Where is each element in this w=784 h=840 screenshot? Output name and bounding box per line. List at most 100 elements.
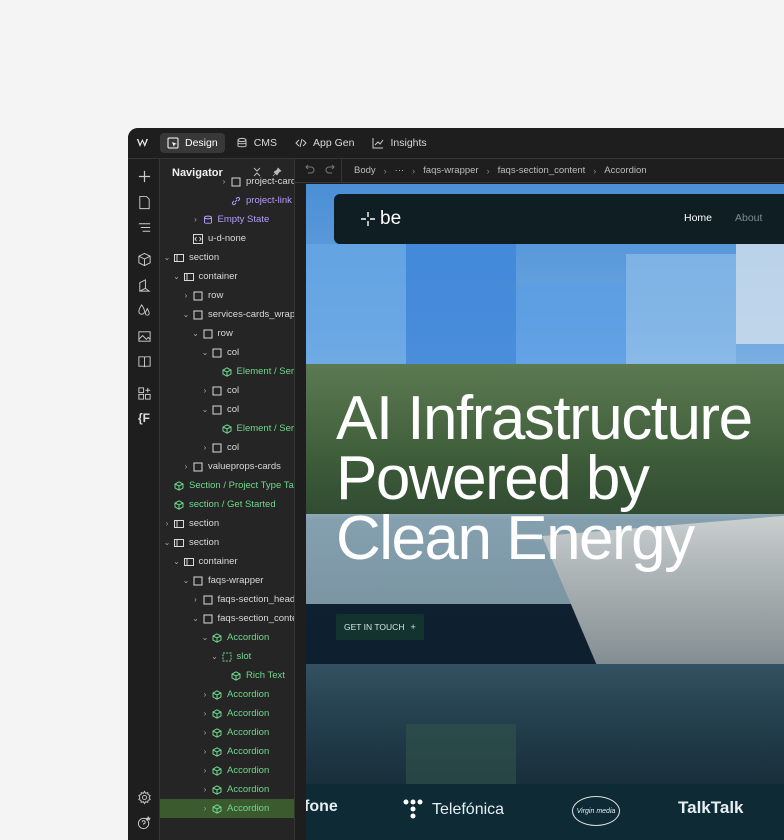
navigator-row[interactable]: › section bbox=[160, 514, 294, 533]
navigator-row[interactable]: › project-card bbox=[160, 172, 294, 191]
chevron-right-icon[interactable]: › bbox=[200, 804, 210, 813]
tab-insights[interactable]: Insights bbox=[365, 133, 433, 153]
chevron-down-icon[interactable]: ⌄ bbox=[200, 405, 210, 414]
chevron-right-icon[interactable]: › bbox=[219, 177, 229, 186]
navigator-row[interactable]: › row bbox=[160, 286, 294, 305]
book-icon[interactable] bbox=[136, 353, 152, 369]
chevron-down-icon[interactable]: ⌄ bbox=[200, 348, 210, 357]
crumb-body[interactable]: Body bbox=[354, 165, 376, 176]
chevron-down-icon[interactable]: ⌄ bbox=[172, 557, 182, 566]
navigator-row-label: container bbox=[198, 271, 238, 282]
logo-vodafone: fone bbox=[306, 798, 338, 815]
tab-app-gen[interactable]: App Gen bbox=[288, 133, 361, 153]
site-nav-home[interactable]: Home bbox=[684, 212, 712, 224]
navigator-row[interactable]: › Empty State bbox=[160, 210, 294, 229]
navigator-row-label: section / Get Started bbox=[189, 499, 276, 510]
div-block-icon bbox=[193, 310, 203, 320]
tab-cms[interactable]: CMS bbox=[229, 133, 284, 153]
styles-drops-icon[interactable] bbox=[136, 302, 152, 318]
navigator-row[interactable]: › faqs-section_heading bbox=[160, 590, 294, 609]
add-icon[interactable] bbox=[136, 168, 152, 184]
crumb-faqs-wrapper[interactable]: faqs-wrapper bbox=[423, 165, 478, 176]
navigator-row[interactable]: ⌄ slot bbox=[160, 647, 294, 666]
tab-design[interactable]: Design bbox=[160, 133, 225, 153]
navigator-row[interactable]: ⌄ row bbox=[160, 324, 294, 343]
tab-cms-label: CMS bbox=[253, 137, 278, 149]
chevron-down-icon[interactable]: ⌄ bbox=[162, 253, 172, 262]
navigator-row[interactable]: ⌄ col bbox=[160, 400, 294, 419]
navigator-row[interactable]: project-link bbox=[160, 191, 294, 210]
functions-icon[interactable]: {F bbox=[136, 410, 152, 426]
navigator-row[interactable]: › valueprops-cards bbox=[160, 457, 294, 476]
redo-icon[interactable] bbox=[325, 164, 335, 177]
variables-icon[interactable] bbox=[136, 277, 152, 293]
chevron-down-icon[interactable]: ⌄ bbox=[200, 633, 210, 642]
navigator-row[interactable]: ⌄ container bbox=[160, 552, 294, 571]
apps-icon[interactable] bbox=[136, 385, 152, 401]
chevron-right-icon[interactable]: › bbox=[162, 519, 172, 528]
navigator-row[interactable]: ⌄ faqs-section_content bbox=[160, 609, 294, 628]
navigator-row[interactable]: u-d-none bbox=[160, 229, 294, 248]
design-canvas[interactable]: be Home About AI Infrastructure Powered … bbox=[306, 184, 784, 840]
chevron-right-icon[interactable]: › bbox=[200, 690, 210, 699]
chevron-down-icon[interactable]: ⌄ bbox=[210, 652, 220, 661]
chevron-right-icon[interactable]: › bbox=[200, 443, 210, 452]
chart-icon bbox=[372, 138, 384, 149]
settings-icon[interactable] bbox=[136, 789, 152, 805]
chevron-right-icon[interactable]: › bbox=[191, 215, 201, 224]
crumb-faqs-section-content[interactable]: faqs-section_content bbox=[498, 165, 586, 176]
navigator-row-label: col bbox=[227, 442, 240, 453]
navigator-row[interactable]: › Accordion bbox=[160, 685, 294, 704]
assets-icon[interactable] bbox=[136, 328, 152, 344]
undo-icon[interactable] bbox=[305, 164, 315, 177]
pages-icon[interactable] bbox=[136, 194, 152, 210]
chevron-down-icon[interactable]: ⌄ bbox=[181, 310, 191, 319]
site-logo[interactable]: be bbox=[360, 208, 401, 230]
components-icon[interactable] bbox=[136, 251, 152, 267]
navigator-row[interactable]: ⌄ faqs-wrapper bbox=[160, 571, 294, 590]
webflow-logo-icon[interactable] bbox=[128, 128, 160, 159]
top-toolbar: Design CMS App Gen Insights bbox=[128, 128, 784, 159]
navigator-row[interactable]: › Accordion bbox=[160, 704, 294, 723]
chevron-right-icon[interactable]: › bbox=[181, 291, 191, 300]
site-nav-about[interactable]: About bbox=[735, 212, 762, 224]
navigator-row[interactable]: ⌄ container bbox=[160, 267, 294, 286]
chevron-right-icon[interactable]: › bbox=[200, 709, 210, 718]
sparkle-icon: + bbox=[410, 622, 416, 632]
navigator-row[interactable]: › Accordion bbox=[160, 761, 294, 780]
chevron-down-icon[interactable]: ⌄ bbox=[162, 538, 172, 547]
navigator-row[interactable]: › Accordion bbox=[160, 742, 294, 761]
chevron-right-icon[interactable]: › bbox=[200, 785, 210, 794]
crumb-more[interactable]: ··· bbox=[395, 165, 405, 176]
navigator-row[interactable]: › Accordion bbox=[160, 799, 294, 818]
navigator-row[interactable]: ⌄ section bbox=[160, 533, 294, 552]
navigator-row[interactable]: › col bbox=[160, 381, 294, 400]
chevron-right-icon[interactable]: › bbox=[191, 595, 201, 604]
navigator-row[interactable]: ⌄ col bbox=[160, 343, 294, 362]
navigator-row[interactable]: ⌄ services-cards_wrapper bbox=[160, 305, 294, 324]
navigator-row[interactable]: › col bbox=[160, 438, 294, 457]
navigator-row-label: Empty State bbox=[217, 214, 270, 225]
navigator-row[interactable]: section / Get Started bbox=[160, 495, 294, 514]
navigator-icon[interactable] bbox=[136, 219, 152, 235]
help-icon[interactable] bbox=[136, 814, 152, 830]
crumb-accordion[interactable]: Accordion bbox=[604, 165, 646, 176]
navigator-row[interactable]: Section / Project Type Tabs bbox=[160, 476, 294, 495]
chevron-down-icon[interactable]: ⌄ bbox=[191, 329, 201, 338]
navigator-row[interactable]: › Accordion bbox=[160, 780, 294, 799]
chevron-right-icon[interactable]: › bbox=[181, 462, 191, 471]
navigator-row[interactable]: Rich Text bbox=[160, 666, 294, 685]
chevron-down-icon[interactable]: ⌄ bbox=[181, 576, 191, 585]
chevron-right-icon[interactable]: › bbox=[200, 766, 210, 775]
navigator-row[interactable]: ⌄ section bbox=[160, 248, 294, 267]
navigator-row[interactable]: Element / Services bbox=[160, 419, 294, 438]
chevron-right-icon[interactable]: › bbox=[200, 386, 210, 395]
navigator-row[interactable]: › Accordion bbox=[160, 723, 294, 742]
chevron-down-icon[interactable]: ⌄ bbox=[191, 614, 201, 623]
chevron-down-icon[interactable]: ⌄ bbox=[172, 272, 182, 281]
chevron-right-icon[interactable]: › bbox=[200, 747, 210, 756]
chevron-right-icon[interactable]: › bbox=[200, 728, 210, 737]
navigator-row[interactable]: ⌄ Accordion bbox=[160, 628, 294, 647]
navigator-row[interactable]: Element / Services bbox=[160, 362, 294, 381]
get-in-touch-button[interactable]: GET IN TOUCH + bbox=[336, 614, 424, 640]
